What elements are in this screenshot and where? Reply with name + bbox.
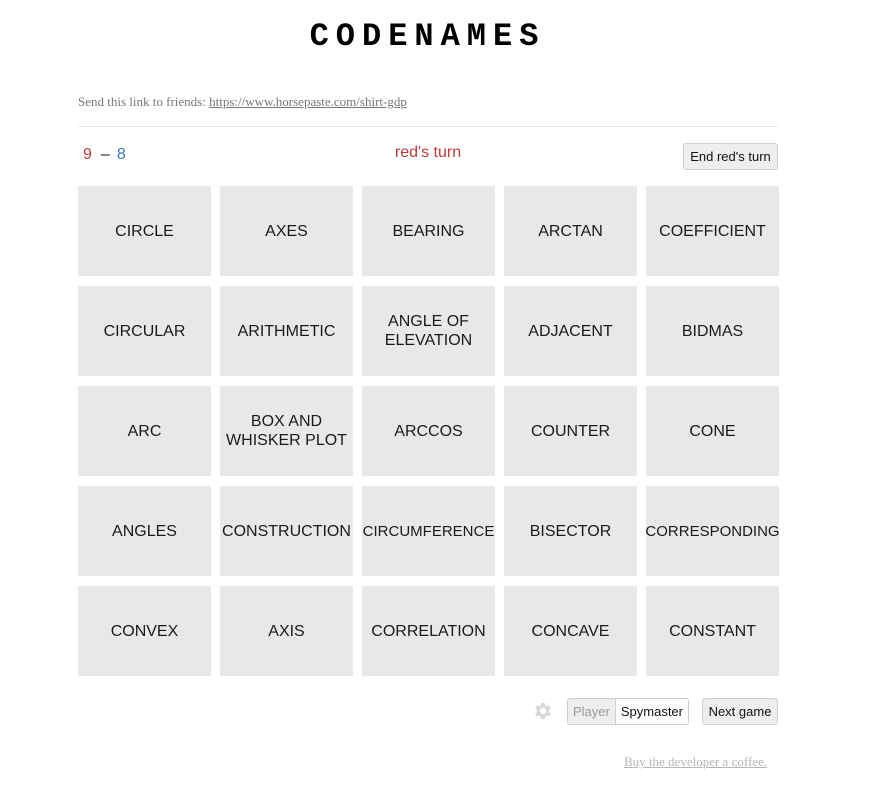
word-card[interactable]: ARCCOS — [362, 386, 495, 476]
word-card[interactable]: CORRELATION — [362, 586, 495, 676]
score-separator: – — [100, 146, 110, 163]
word-board: CIRCLE AXES BEARING ARCTAN COEFFICIENT C… — [78, 186, 780, 676]
spymaster-role-button[interactable]: Spymaster — [615, 699, 688, 724]
word-card[interactable]: BEARING — [362, 186, 495, 276]
word-card[interactable]: ANGLE OF ELEVATION — [362, 286, 495, 376]
gear-icon-graphic — [535, 702, 551, 720]
next-game-button[interactable]: Next game — [702, 698, 778, 725]
word-card[interactable]: CIRCLE — [78, 186, 211, 276]
divider — [78, 126, 778, 127]
word-card[interactable]: ARCTAN — [504, 186, 637, 276]
share-label: Send this link to friends: — [78, 94, 210, 109]
word-card[interactable]: COUNTER — [504, 386, 637, 476]
word-card[interactable]: CONVEX — [78, 586, 211, 676]
gear-icon[interactable] — [532, 700, 554, 722]
player-role-button[interactable]: Player — [568, 699, 616, 724]
red-score: 9 — [83, 146, 92, 163]
word-card[interactable]: CONE — [646, 386, 779, 476]
score-display: 9–8 — [83, 146, 126, 164]
share-link[interactable]: https://www.horsepaste.com/shirt-gdp — [209, 94, 407, 109]
word-card[interactable]: CONSTRUCTION — [220, 486, 353, 576]
role-toggle: Player Spymaster — [567, 698, 689, 725]
word-card[interactable]: CORRESPONDING — [645, 486, 780, 576]
word-card[interactable]: CONCAVE — [504, 586, 637, 676]
word-card[interactable]: CIRCULAR — [78, 286, 211, 376]
word-card[interactable]: ANGLES — [78, 486, 211, 576]
word-card[interactable]: BIDMAS — [646, 286, 779, 376]
word-card[interactable]: ADJACENT — [504, 286, 637, 376]
word-card[interactable]: COEFFICIENT — [646, 186, 779, 276]
end-turn-button[interactable]: End red's turn — [683, 143, 778, 170]
word-card[interactable]: ARC — [78, 386, 211, 476]
word-card[interactable]: BISECTOR — [504, 486, 637, 576]
turn-indicator: red's turn — [394, 144, 462, 161]
blue-score: 8 — [116, 146, 126, 163]
buy-coffee-link[interactable]: Buy the developer a coffee. — [624, 754, 767, 770]
word-card[interactable]: CIRCUMFERENCE — [362, 486, 495, 576]
share-link-row: Send this link to friends: https://www.h… — [78, 94, 407, 110]
word-card[interactable]: CONSTANT — [646, 586, 779, 676]
word-card[interactable]: AXES — [220, 186, 353, 276]
word-card[interactable]: AXIS — [220, 586, 353, 676]
word-card[interactable]: ARITHMETIC — [220, 286, 353, 376]
word-card[interactable]: BOX AND WHISKER PLOT — [220, 386, 353, 476]
page-title: CODENAMES — [309, 18, 546, 55]
